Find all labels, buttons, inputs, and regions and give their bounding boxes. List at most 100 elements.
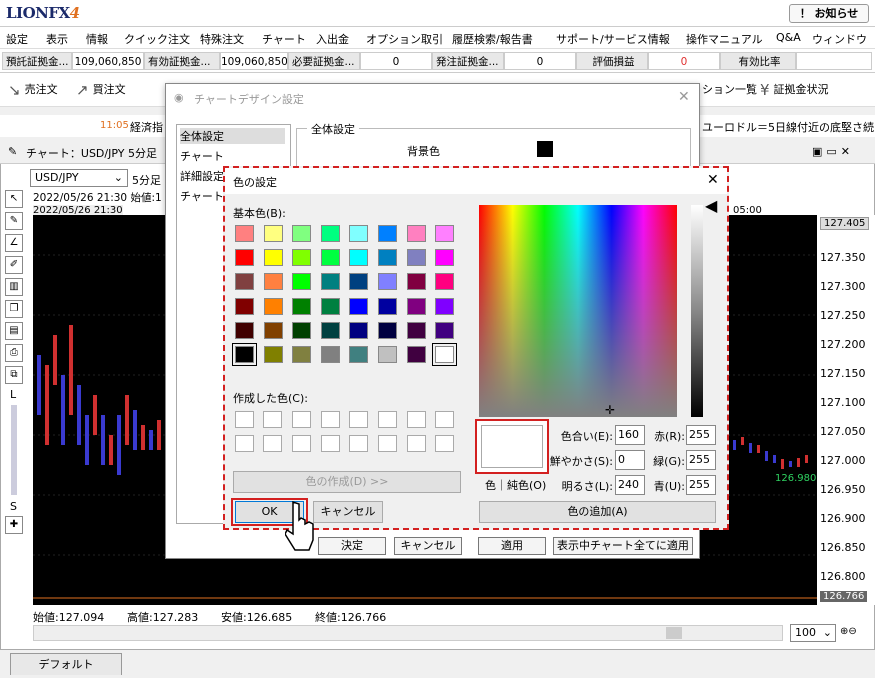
margin-status-button[interactable]: ¥ 証拠金状況 xyxy=(760,81,829,99)
zoom-buttons[interactable]: ⊕⊖ xyxy=(840,626,857,637)
close-icon[interactable]: ✕ xyxy=(707,172,719,188)
basic-color-swatch[interactable] xyxy=(235,225,254,242)
custom-color-swatch[interactable] xyxy=(263,411,282,428)
custom-color-swatch[interactable] xyxy=(321,411,340,428)
blue-field[interactable]: 255 xyxy=(686,475,716,495)
buy-order-button[interactable]: ↗ 買注文 xyxy=(76,81,126,99)
draw-tool-icon[interactable]: ✐ xyxy=(5,256,23,274)
basic-color-swatch[interactable] xyxy=(232,343,257,366)
design-ok-button[interactable]: 決定 xyxy=(318,537,386,555)
scroll-thumb[interactable] xyxy=(666,627,682,639)
basic-color-swatch[interactable] xyxy=(378,297,397,315)
sell-order-button[interactable]: ↘ 売注文 xyxy=(8,81,58,99)
saturation-field[interactable]: 0 xyxy=(615,450,645,470)
news-button[interactable]: ！ お知らせ xyxy=(789,4,869,23)
bg-color-swatch[interactable] xyxy=(537,141,553,157)
window-controls[interactable]: ▣▭✕ xyxy=(812,145,854,158)
menu-chart[interactable]: チャート xyxy=(262,31,306,47)
basic-color-swatch[interactable] xyxy=(349,297,369,315)
basic-color-swatch[interactable] xyxy=(263,225,283,242)
menu-quick-order[interactable]: クイック注文 xyxy=(124,31,190,47)
zoom-slider[interactable] xyxy=(11,405,17,495)
print-icon[interactable]: ⎙ xyxy=(5,344,23,362)
custom-color-swatch[interactable] xyxy=(235,435,254,452)
design-apply-button[interactable]: 適用 xyxy=(478,537,546,555)
basic-color-swatch[interactable] xyxy=(320,346,340,363)
crosshair-icon[interactable]: ✚ xyxy=(5,516,23,534)
custom-color-swatch[interactable] xyxy=(321,435,340,452)
menu-info[interactable]: 情報 xyxy=(86,31,108,47)
basic-color-swatch[interactable] xyxy=(378,225,397,242)
basic-color-swatch[interactable] xyxy=(406,346,426,363)
color-spectrum[interactable] xyxy=(479,205,677,417)
basic-color-swatch[interactable] xyxy=(320,249,340,267)
custom-color-swatch[interactable] xyxy=(407,435,426,452)
custom-color-swatch[interactable] xyxy=(435,435,454,452)
design-apply-all-button[interactable]: 表示中チャート全てに適用 xyxy=(553,537,693,555)
basic-color-swatch[interactable] xyxy=(349,346,369,363)
basic-color-swatch[interactable] xyxy=(292,297,312,315)
color-cancel-button[interactable]: キャンセル xyxy=(313,501,383,523)
trendline-tool-icon[interactable]: ∠ xyxy=(5,234,23,252)
basic-color-swatch[interactable] xyxy=(378,273,397,291)
basic-color-swatch[interactable] xyxy=(435,321,455,339)
luminance-pointer-icon[interactable]: ◀ xyxy=(705,196,717,215)
list-item-detail[interactable]: 詳細設定 xyxy=(180,168,224,184)
custom-color-swatch[interactable] xyxy=(349,411,368,428)
basic-color-swatch[interactable] xyxy=(432,343,458,366)
basic-color-swatch[interactable] xyxy=(406,225,426,242)
window-tool-icon[interactable]: ⧉ xyxy=(5,366,23,384)
basic-color-swatch[interactable] xyxy=(435,273,455,291)
basic-color-swatch[interactable] xyxy=(435,297,455,315)
basic-color-swatch[interactable] xyxy=(292,225,312,242)
indicator-tool-icon[interactable]: ▥ xyxy=(5,278,23,296)
custom-color-swatch[interactable] xyxy=(292,435,311,452)
tab-default[interactable]: デフォルト xyxy=(10,653,122,675)
chart-scrollbar[interactable] xyxy=(33,625,783,641)
basic-color-swatch[interactable] xyxy=(378,249,397,267)
cursor-tool-icon[interactable]: ↖ xyxy=(5,190,23,208)
basic-color-swatch[interactable] xyxy=(349,273,369,291)
pen-tool-icon[interactable]: ✎ xyxy=(5,212,23,230)
basic-color-swatch[interactable] xyxy=(435,225,455,242)
basic-color-swatch[interactable] xyxy=(263,297,283,315)
add-to-custom-button[interactable]: 色の追加(A) xyxy=(479,501,716,523)
basic-color-swatch[interactable] xyxy=(378,346,397,363)
menu-support[interactable]: サポート/サービス情報 xyxy=(556,31,670,47)
basic-color-swatch[interactable] xyxy=(320,273,340,291)
custom-color-swatch[interactable] xyxy=(349,435,368,452)
basic-color-swatch[interactable] xyxy=(292,346,312,363)
basic-color-swatch[interactable] xyxy=(435,249,455,267)
basic-color-swatch[interactable] xyxy=(263,346,283,363)
copy-tool-icon[interactable]: ❐ xyxy=(5,300,23,318)
menu-settings[interactable]: 設定 xyxy=(6,31,28,47)
menu-window[interactable]: ウィンドウ xyxy=(812,31,867,47)
list-item-chart[interactable]: チャート xyxy=(180,148,224,164)
basic-color-swatch[interactable] xyxy=(406,249,426,267)
custom-color-swatch[interactable] xyxy=(235,411,254,428)
basic-color-swatch[interactable] xyxy=(406,297,426,315)
menu-qa[interactable]: Q&A xyxy=(776,31,801,44)
hue-field[interactable]: 160 xyxy=(615,425,645,445)
custom-color-swatch[interactable] xyxy=(435,411,454,428)
menu-manual[interactable]: 操作マニュアル xyxy=(686,31,763,47)
period-select[interactable]: 5分足 xyxy=(132,172,161,188)
basic-color-swatch[interactable] xyxy=(235,321,254,339)
basic-color-swatch[interactable] xyxy=(235,249,254,267)
basic-color-swatch[interactable] xyxy=(292,273,312,291)
list-item-chart2[interactable]: チャート xyxy=(180,188,224,204)
ticker-headline[interactable]: ユーロドル＝5日線付近の底堅さ続 xyxy=(702,119,874,135)
menu-option[interactable]: オプション取引 xyxy=(366,31,443,47)
basic-color-swatch[interactable] xyxy=(263,249,283,267)
basic-color-swatch[interactable] xyxy=(320,321,340,339)
list-item-overall[interactable]: 全体設定 xyxy=(180,128,285,144)
basic-color-swatch[interactable] xyxy=(235,297,254,315)
menu-deposit[interactable]: 入出金 xyxy=(316,31,349,47)
custom-color-swatch[interactable] xyxy=(378,411,397,428)
red-field[interactable]: 255 xyxy=(686,425,716,445)
zoom-select[interactable]: 100 ⌄ xyxy=(790,624,836,642)
custom-color-swatch[interactable] xyxy=(407,411,426,428)
basic-color-swatch[interactable] xyxy=(292,321,312,339)
basic-color-swatch[interactable] xyxy=(349,225,369,242)
basic-color-swatch[interactable] xyxy=(378,321,397,339)
